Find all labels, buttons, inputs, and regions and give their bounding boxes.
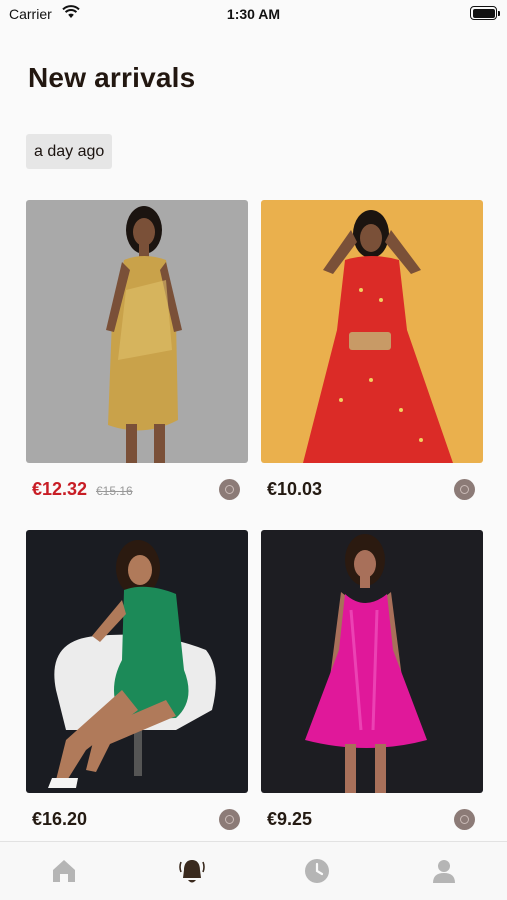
- product-old-price: €15.16: [96, 484, 133, 498]
- tab-notifications[interactable]: [177, 856, 207, 886]
- product-card[interactable]: €10.03: [261, 200, 483, 503]
- time-section-label: a day ago: [26, 134, 113, 169]
- product-price: €9.25: [267, 809, 313, 829]
- person-icon: [433, 860, 455, 883]
- product-card[interactable]: €16.20: [26, 530, 248, 833]
- clock-icon: [305, 859, 329, 883]
- add-to-favorites-button[interactable]: [454, 809, 475, 830]
- home-icon: [53, 860, 75, 882]
- tab-profile[interactable]: [429, 856, 459, 886]
- bell-icon: [179, 860, 205, 883]
- price-row: €12.32 €15.16: [26, 463, 248, 503]
- product-price: €10.03: [267, 479, 323, 499]
- product-price: €12.32: [32, 479, 88, 499]
- status-time: 1:30 AM: [226, 6, 281, 22]
- product-card[interactable]: €12.32 €15.16: [26, 200, 248, 503]
- status-bar: Carrier 1:30 AM: [0, 0, 507, 28]
- product-price: €16.20: [32, 809, 88, 829]
- tab-bar: [0, 841, 507, 900]
- price-row: €16.20: [26, 793, 248, 833]
- tab-history[interactable]: [302, 856, 332, 886]
- add-to-favorites-button[interactable]: [219, 479, 240, 500]
- tab-home[interactable]: [49, 856, 79, 886]
- price-row: €10.03: [261, 463, 483, 503]
- battery-icon: [470, 6, 500, 20]
- heart-icon: [460, 485, 469, 494]
- product-image[interactable]: [261, 530, 483, 793]
- heart-icon: [225, 815, 234, 824]
- product-image[interactable]: [261, 200, 483, 463]
- heart-icon: [460, 815, 469, 824]
- product-card[interactable]: €9.25: [261, 530, 483, 833]
- add-to-favorites-button[interactable]: [219, 809, 240, 830]
- heart-icon: [225, 485, 234, 494]
- page-title: New arrivals: [28, 62, 196, 93]
- product-image[interactable]: [26, 200, 248, 463]
- product-image[interactable]: [26, 530, 248, 793]
- price-row: €9.25: [261, 793, 483, 833]
- add-to-favorites-button[interactable]: [454, 479, 475, 500]
